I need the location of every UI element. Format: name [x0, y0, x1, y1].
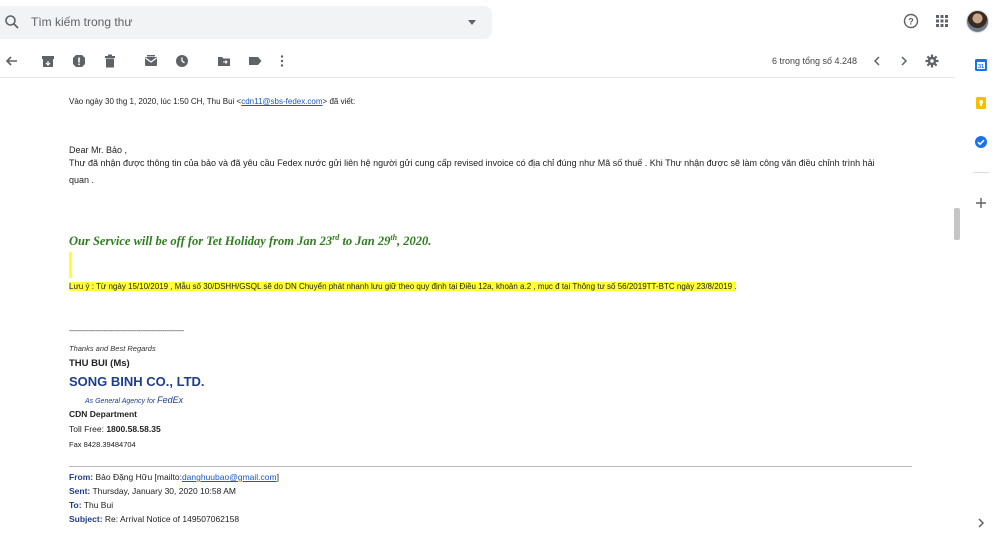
- signature-toll-free: Toll Free: 1800.58.58.35: [69, 424, 161, 434]
- svg-text:?: ?: [908, 17, 914, 27]
- quote-separator: [69, 466, 912, 467]
- subject-value: Re: Arrival Notice of 149507062158: [102, 514, 240, 524]
- chevron-right-icon[interactable]: [897, 54, 911, 68]
- svg-text:31: 31: [978, 64, 984, 70]
- quote-header-suffix: > đã viết:: [322, 97, 356, 106]
- expand-panel-icon[interactable]: [974, 516, 988, 530]
- sent-value: Thursday, January 30, 2020 10:58 AM: [90, 486, 236, 496]
- settings-gear-icon[interactable]: [925, 54, 939, 68]
- signature-toll-number: 1800.58.58.35: [106, 424, 161, 434]
- customs-notice-text: Lưu ý : Từ ngày 15/10/2019 , Mẫu số 30/D…: [69, 282, 737, 291]
- holiday-notice: Our Service will be off for Tet Holiday …: [69, 233, 431, 249]
- calendar-icon[interactable]: 31: [974, 58, 988, 72]
- signature-agency-prefix: As General Agency for: [85, 398, 158, 405]
- greeting: Dear Mr. Bảo ,: [69, 145, 128, 155]
- label-icon[interactable]: [248, 54, 262, 68]
- holiday-notice-part-3: , 2020.: [397, 234, 432, 249]
- body-line-2: quan .: [69, 175, 95, 185]
- help-icon[interactable]: ?: [903, 13, 919, 29]
- signature-department: CDN Department: [69, 409, 138, 419]
- highlight-marker: [69, 252, 72, 278]
- snooze-icon[interactable]: [175, 54, 189, 68]
- from-value: Bảo Đặng Hữu [mailto:: [93, 472, 182, 482]
- signature-agency: As General Agency for FedEx: [85, 395, 183, 405]
- back-arrow-icon[interactable]: [4, 54, 18, 68]
- quote-header-prefix: Vào ngày 30 thg 1, 2020, lúc 1:50 CH, Th…: [69, 97, 242, 106]
- signature-name: THU BUI (Ms): [69, 358, 130, 369]
- signature-toll-label: Toll Free:: [69, 424, 107, 434]
- from-label: From:: [69, 472, 94, 482]
- holiday-notice-part-2: to Jan 29: [339, 234, 391, 249]
- archive-icon[interactable]: [41, 54, 55, 68]
- signature-agency-brand: FedEx: [157, 395, 184, 405]
- message-toolbar: 6 trong tổng số 4.248: [0, 44, 955, 78]
- tasks-icon[interactable]: [974, 135, 988, 149]
- from-email-link[interactable]: danghuubao@gmail.com: [182, 472, 277, 482]
- rail-divider: [973, 172, 989, 173]
- body-line-1: Thư đã nhận được thông tin của bảo và đã…: [69, 158, 875, 168]
- to-label: To:: [69, 500, 82, 510]
- signature-divider: ----------------------------------------…: [69, 326, 184, 335]
- signature-company: SONG BINH CO., LTD.: [69, 374, 205, 389]
- more-vert-icon[interactable]: [275, 54, 289, 68]
- signature-thanks: Thanks and Best Regards: [69, 344, 156, 353]
- to-value: Thu Bui: [81, 500, 114, 510]
- quoted-from: From: Bảo Đặng Hữu [mailto:danghuubao@gm…: [69, 472, 279, 482]
- pagination-text: 6 trong tổng số 4.248: [772, 56, 858, 66]
- caret-down-icon[interactable]: [468, 20, 476, 25]
- holiday-notice-part-1: Our Service will be off for Tet Holiday …: [69, 234, 333, 249]
- search-input[interactable]: Tìm kiếm trong thư: [31, 15, 132, 29]
- quote-sender-email-link[interactable]: cdn11@sbs-fedex.com: [241, 97, 322, 106]
- customs-notice: Lưu ý : Từ ngày 15/10/2019 , Mẫu số 30/D…: [69, 282, 737, 291]
- scrollbar-thumb[interactable]: [954, 208, 960, 240]
- email-body: Vào ngày 30 thg 1, 2020, lúc 1:50 CH, Th…: [0, 78, 950, 544]
- sent-label: Sent:: [69, 486, 91, 496]
- add-icon[interactable]: [974, 196, 988, 210]
- keep-icon[interactable]: [974, 96, 988, 110]
- search-bar[interactable]: Tìm kiếm trong thư: [0, 6, 492, 39]
- quoted-sent: Sent: Thursday, January 30, 2020 10:58 A…: [69, 486, 236, 496]
- avatar[interactable]: [966, 10, 989, 33]
- from-end: ]: [276, 472, 279, 482]
- mark-unread-icon[interactable]: [144, 54, 158, 68]
- apps-grid-icon[interactable]: [935, 14, 949, 28]
- search-icon[interactable]: [4, 14, 20, 30]
- side-panel: 31: [962, 44, 1000, 544]
- quoted-subject: Subject: Re: Arrival Notice of 149507062…: [69, 514, 239, 524]
- subject-label: Subject:: [69, 514, 103, 524]
- chevron-left-icon[interactable]: [870, 54, 884, 68]
- delete-icon[interactable]: [103, 54, 117, 68]
- top-bar: Tìm kiếm trong thư ?: [0, 0, 1000, 44]
- report-spam-icon[interactable]: [72, 54, 86, 68]
- move-to-icon[interactable]: [217, 54, 231, 68]
- signature-fax: Fax 8428.39484704: [69, 440, 136, 449]
- quote-header: Vào ngày 30 thg 1, 2020, lúc 1:50 CH, Th…: [69, 97, 355, 106]
- quoted-to: To: Thu Bui: [69, 500, 113, 510]
